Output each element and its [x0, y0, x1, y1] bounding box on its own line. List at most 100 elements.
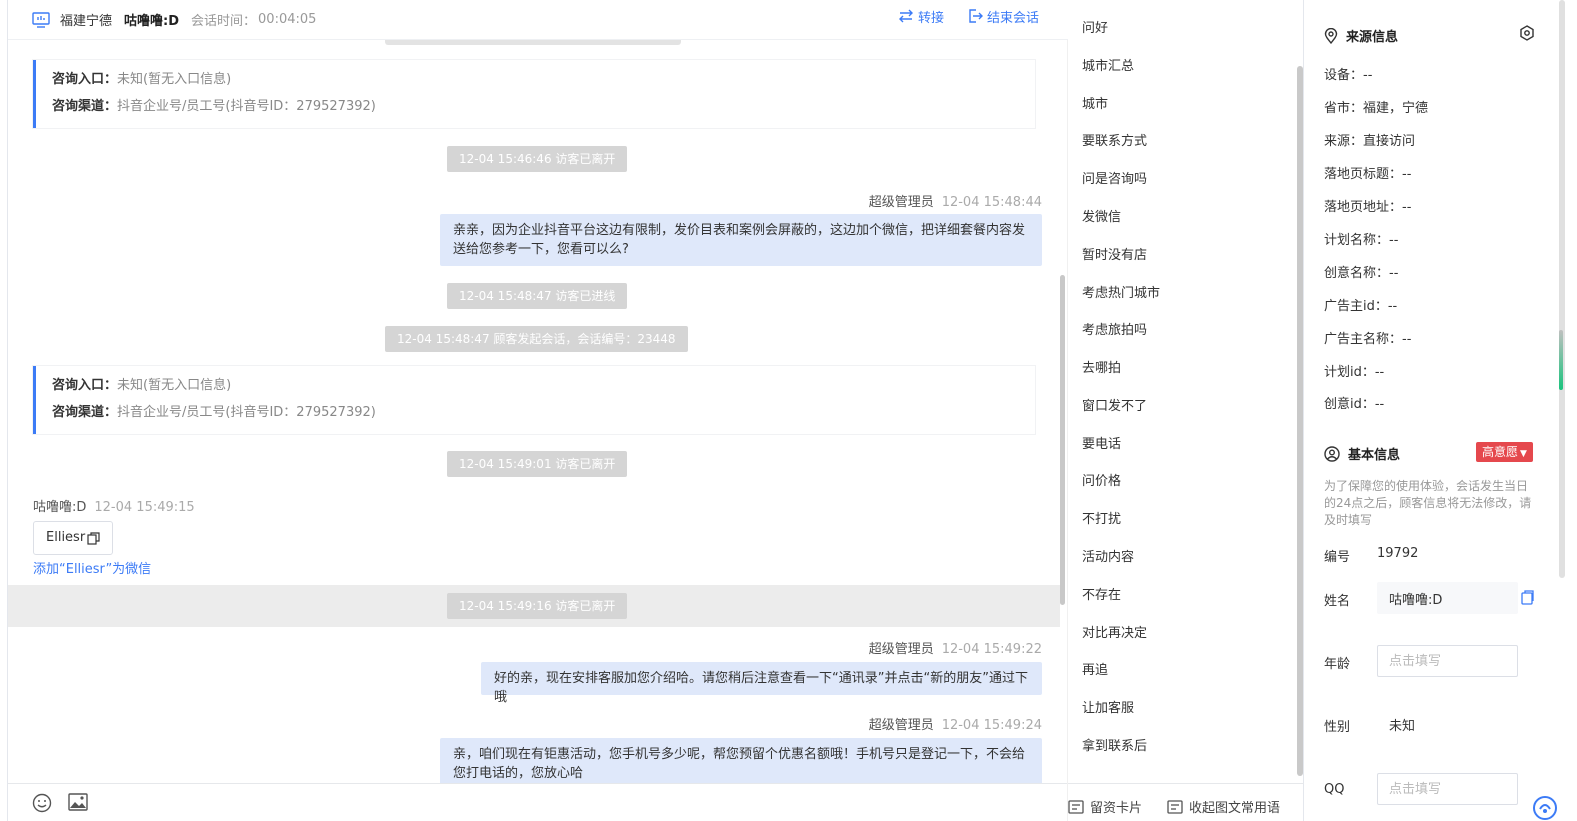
- chat-scrollbar[interactable]: [1060, 275, 1065, 605]
- message-icon: [1167, 799, 1183, 814]
- system-notice: 12-04 15:49:16 访客已离开: [447, 593, 628, 619]
- message-text: 亲，咱们现在有钜惠活动，您手机号多少呢，帮您预留个优惠名额哦！手机号只是登记一下…: [453, 747, 1026, 762]
- intent-badge[interactable]: 高意愿 ▼: [1476, 442, 1533, 462]
- phrase-item[interactable]: 城市汇总: [1082, 55, 1134, 74]
- phrase-item[interactable]: 问是咨询吗: [1082, 168, 1147, 187]
- source-row-landing-title: 落地页标题：--: [1324, 167, 1412, 182]
- source-info-title: 来源信息: [1324, 26, 1398, 45]
- message-time: 12-04 15:49:24: [941, 718, 1042, 733]
- phrase-item[interactable]: 不打扰: [1082, 508, 1121, 527]
- session-duration-value: 00:04:05: [258, 12, 317, 27]
- image-icon[interactable]: [68, 793, 88, 811]
- entry-value: 未知(暂无入口信息): [117, 72, 232, 87]
- logout-icon: [969, 9, 983, 23]
- input-toolbar: [8, 783, 1068, 821]
- smile-icon[interactable]: [32, 793, 52, 813]
- visitor-region: 福建宁德: [60, 14, 113, 29]
- info-scroll-indicator: [1559, 330, 1563, 390]
- basic-info-title: 基本信息: [1324, 444, 1400, 463]
- settings-icon[interactable]: [1519, 25, 1535, 41]
- phrase-item[interactable]: 再追: [1082, 659, 1108, 678]
- message-list[interactable]: 咨询入口：未知(暂无入口信息) 咨询渠道： 抖音企业号/员工号(抖音号ID：279…: [8, 40, 1068, 783]
- lead-card-label: 留资卡片: [1090, 801, 1143, 816]
- phrase-item[interactable]: 让加客服: [1082, 697, 1134, 716]
- phrase-item[interactable]: 发微信: [1082, 206, 1121, 225]
- sender-name: 超级管理员: [868, 642, 934, 657]
- phrase-item[interactable]: 暂时没有店: [1082, 244, 1147, 263]
- phrase-item[interactable]: 城市: [1082, 93, 1108, 112]
- sender-name: 咕噜噜:D: [33, 500, 87, 515]
- name-field[interactable]: [1377, 582, 1518, 614]
- phrases-scrollbar[interactable]: [1297, 66, 1303, 776]
- source-row-creative-id: 创意id：--: [1324, 397, 1385, 412]
- visitor-sender: 咕噜噜:D 12-04 15:49:15: [33, 496, 195, 515]
- card-icon: [1068, 799, 1084, 814]
- copy-icon[interactable]: [1521, 590, 1534, 605]
- load-more-indicator: [385, 40, 681, 45]
- source-row-creative-name: 创意名称：--: [1324, 266, 1399, 281]
- phrase-item[interactable]: 要电话: [1082, 433, 1121, 452]
- basic-info-label: 基本信息: [1348, 448, 1401, 463]
- agent-sender: 超级管理员 12-04 15:48:44: [869, 191, 1042, 210]
- phrase-item[interactable]: 问价格: [1082, 470, 1121, 489]
- phrase-item[interactable]: 去哪拍: [1082, 357, 1121, 376]
- copy-icon[interactable]: [87, 531, 100, 545]
- phrase-item[interactable]: 对比再决定: [1082, 622, 1147, 641]
- source-row-city: 省市：福建，宁德: [1324, 101, 1429, 116]
- source-row-plan-id: 计划id：--: [1324, 365, 1385, 380]
- message-text: 您打电话的，您放心哈: [453, 766, 584, 781]
- collapse-phrases-label: 收起图文常用语: [1189, 801, 1281, 816]
- age-field[interactable]: [1377, 645, 1518, 677]
- phrase-item[interactable]: 考虑热门城市: [1082, 282, 1160, 301]
- message-text: 送给您参考一下，您看可以么?: [453, 242, 629, 257]
- source-row-source: 来源：直接访问: [1324, 134, 1416, 149]
- phrase-item[interactable]: 考虑旅拍吗: [1082, 319, 1147, 338]
- lead-card-button[interactable]: 留资卡片: [1068, 797, 1142, 816]
- chat-header: 福建宁德 咕噜噜:D 会话时间： 00:04:05 转接 结束会话: [8, 0, 1068, 40]
- phrase-item[interactable]: 不存在: [1082, 584, 1121, 603]
- end-session-label: 结束会话: [987, 10, 1040, 26]
- sender-name: 超级管理员: [868, 195, 934, 210]
- collapse-phrases-button[interactable]: 收起图文常用语: [1167, 797, 1280, 816]
- transfer-button[interactable]: 转接: [898, 0, 944, 32]
- channel-value: 抖音企业号/员工号(抖音号ID：279527392): [117, 99, 376, 114]
- agent-sender: 超级管理员 12-04 15:49:24: [869, 714, 1042, 733]
- consult-info-card: 咨询入口：未知(暂无入口信息) 咨询渠道：抖音企业号/员工号(抖音号ID：279…: [33, 366, 1035, 434]
- phrase-item[interactable]: 窗口发不了: [1082, 395, 1147, 414]
- message-time: 12-04 15:49:22: [941, 642, 1042, 657]
- visitor-name: 咕噜噜:D: [124, 14, 180, 29]
- info-scrollbar[interactable]: [1559, 0, 1565, 578]
- age-label: 年龄: [1324, 657, 1351, 672]
- phrase-item[interactable]: 要联系方式: [1082, 130, 1147, 149]
- agent-message: 亲亲，因为企业抖音平台这边有限制，发价目表和案例会屏蔽的，这边加个微信，把详细套…: [440, 214, 1042, 266]
- app-root: 福建宁德 咕噜噜:D 会话时间： 00:04:05 转接 结束会话 咨询入口：未…: [0, 0, 1577, 821]
- monitor-icon: [32, 11, 50, 28]
- qq-field[interactable]: [1377, 773, 1518, 805]
- message-text: 好的亲，现在安排客服加您介绍哈。请您稍后注意查看一下“通讯录”并点击“新的朋友”…: [494, 671, 1028, 705]
- id-value: 19792: [1377, 546, 1419, 561]
- end-session-button[interactable]: 结束会话: [968, 0, 1039, 32]
- phrase-item[interactable]: 活动内容: [1082, 546, 1134, 565]
- agent-message: 亲，咱们现在有钜惠活动，您手机号多少呢，帮您预留个优惠名额哦！手机号只是登记一下…: [440, 738, 1042, 783]
- user-circle-icon: [1324, 445, 1340, 462]
- system-notice: 12-04 15:46:46 访客已离开: [447, 146, 628, 172]
- gender-select[interactable]: [1377, 708, 1518, 740]
- message-text: Elliesr: [46, 530, 86, 545]
- phrase-item[interactable]: 拿到联系后: [1082, 735, 1147, 754]
- phrase-item[interactable]: 问好: [1082, 17, 1108, 36]
- system-notice: 12-04 15:48:47 顾客发起会话，会话编号：23448: [385, 326, 688, 352]
- message-text: 亲亲，因为企业抖音平台这边有限制，发价目表和案例会屏蔽的，这边加个微信，把详细套…: [453, 223, 1026, 238]
- assistant-logo-icon[interactable]: [1532, 795, 1558, 821]
- system-notice: 12-04 15:48:47 访客已进线: [447, 283, 628, 309]
- add-wechat-link[interactable]: 添加“Elliesr”为微信: [33, 558, 151, 577]
- transfer-icon: [899, 9, 913, 23]
- source-row-device: 设备：--: [1324, 68, 1373, 83]
- source-row-landing-url: 落地页地址：--: [1324, 200, 1412, 215]
- visitor-message: Elliesr: [33, 521, 114, 555]
- entry-key: 咨询入口：: [52, 72, 118, 87]
- session-duration-label: 会话时间：: [191, 14, 257, 29]
- chat-panel: 福建宁德 咕噜噜:D 会话时间： 00:04:05 转接 结束会话 咨询入口：未…: [7, 0, 1068, 821]
- source-row-advertiser-id: 广告主id：--: [1324, 299, 1398, 314]
- channel-key: 咨询渠道：: [52, 405, 118, 420]
- intent-label: 高意愿: [1482, 445, 1519, 459]
